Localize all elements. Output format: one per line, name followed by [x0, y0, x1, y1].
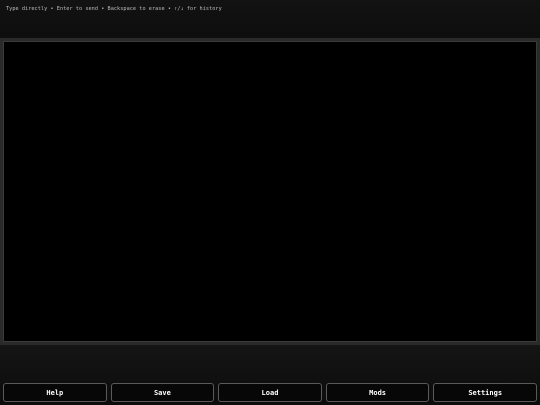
- toolbar: Help Save Load Mods Settings: [3, 383, 537, 402]
- mods-button[interactable]: Mods: [325, 383, 430, 402]
- input-hint: Type directly • Enter to send • Backspac…: [6, 6, 222, 12]
- save-button[interactable]: Save: [110, 383, 215, 402]
- settings-button[interactable]: Settings: [433, 383, 537, 402]
- load-button[interactable]: Load: [218, 383, 322, 402]
- terminal-output[interactable]: [3, 41, 537, 342]
- terminal-frame: [0, 38, 540, 345]
- top-bar: Type directly • Enter to send • Backspac…: [0, 0, 540, 38]
- help-button[interactable]: Help: [3, 383, 107, 402]
- bottom-area: Help Save Load Mods Settings: [0, 345, 540, 405]
